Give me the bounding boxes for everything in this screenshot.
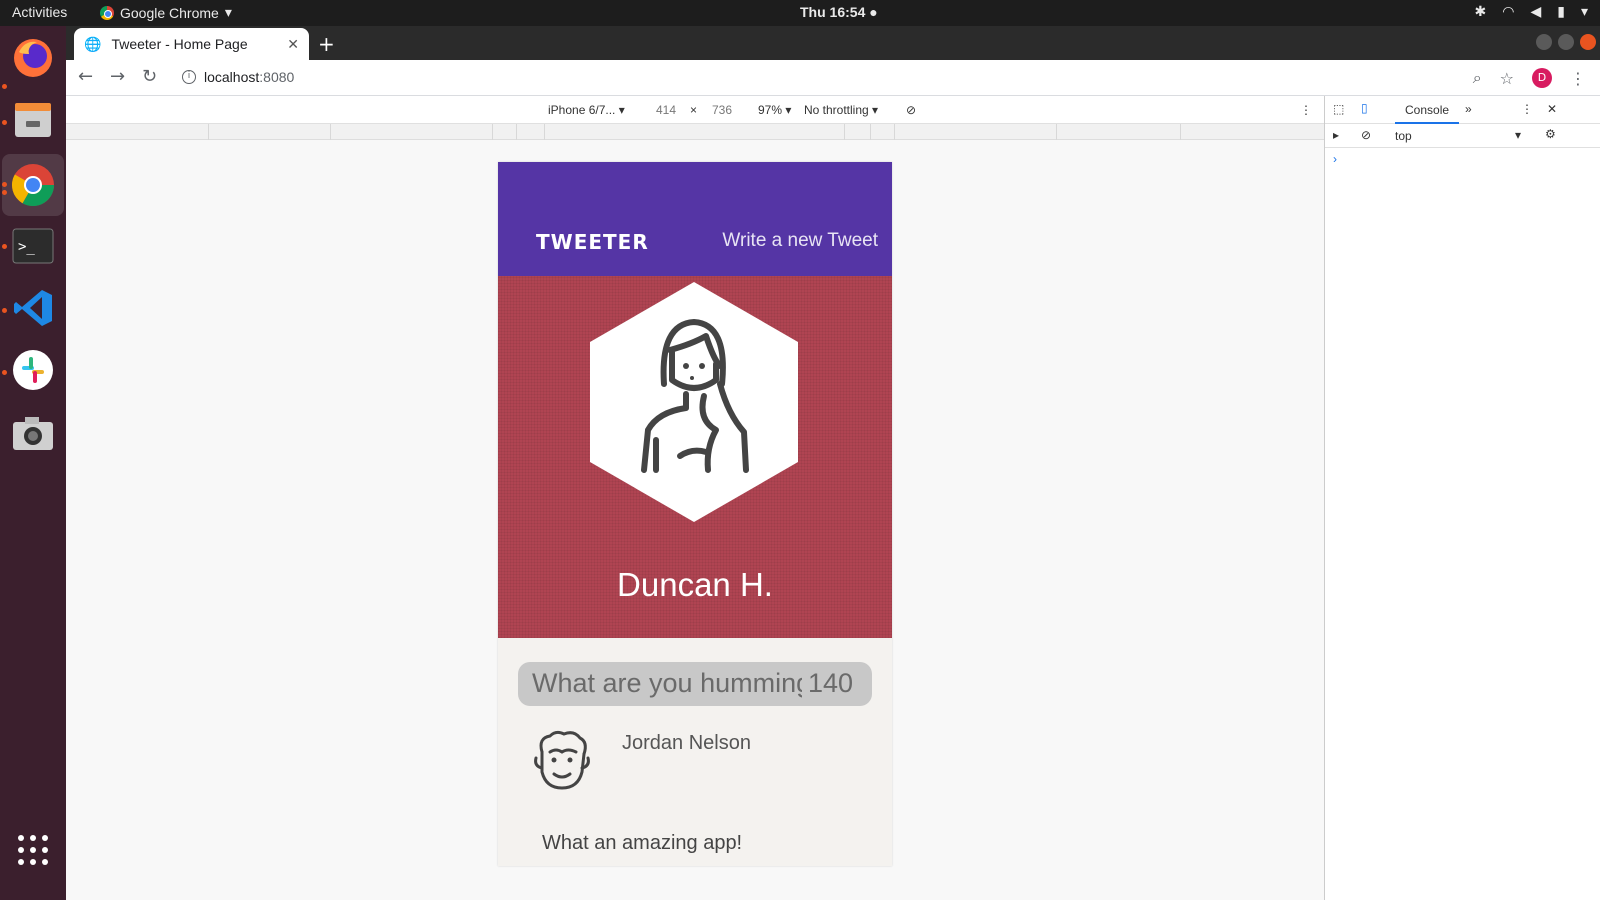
chrome-dock-icon[interactable]: [2, 154, 64, 216]
show-apps-icon[interactable]: [9, 826, 57, 874]
battery-icon: ▮: [1557, 3, 1565, 19]
slack-icon[interactable]: [9, 346, 57, 394]
reload-icon[interactable]: ↻: [142, 66, 157, 87]
device-toolbar: iPhone 6/7... ▾ 414 × 736 97% ▾ No throt…: [66, 96, 1324, 124]
tweet-compose-box: 140: [518, 662, 872, 706]
brand-logo[interactable]: TWEETER: [536, 230, 649, 254]
forward-icon[interactable]: →: [110, 66, 125, 87]
slack-tray-icon[interactable]: ✱: [1475, 3, 1487, 20]
close-window-button[interactable]: [1580, 34, 1596, 50]
dock: >_: [0, 26, 66, 900]
rotate-icon[interactable]: ⊘: [906, 103, 916, 117]
activities-button[interactable]: Activities: [12, 4, 67, 20]
clear-console-icon[interactable]: ⊘: [1361, 128, 1371, 142]
char-counter: 140: [808, 668, 854, 698]
chrome-icon: [100, 5, 114, 20]
console-toolbar: ▸ ⊘ top ▾ ⚙: [1325, 124, 1600, 148]
maximize-button[interactable]: [1558, 34, 1574, 50]
write-tweet-link[interactable]: Write a new Tweet: [722, 230, 878, 252]
volume-icon: ◀: [1530, 3, 1542, 19]
tweet-card: Jordan Nelson What an amazing app!: [498, 722, 892, 866]
viewport-height[interactable]: 736: [712, 103, 732, 117]
context-select[interactable]: top: [1395, 129, 1412, 143]
new-tab-button[interactable]: +: [318, 32, 335, 56]
chevron-down-icon[interactable]: ▾: [1515, 128, 1521, 142]
tweet-author-name: Jordan Nelson: [622, 732, 751, 754]
media-query-ruler[interactable]: [66, 124, 1324, 140]
console-prompt[interactable]: ›: [1333, 152, 1337, 166]
info-icon[interactable]: i: [182, 70, 196, 84]
url-port: :8080: [259, 69, 295, 85]
viewport-width[interactable]: 414: [656, 103, 676, 117]
devtools-tabbar: ⬚ ▯ Console » ⋮ ✕: [1325, 96, 1600, 124]
tweet-text: What an amazing app!: [542, 832, 743, 854]
tab-strip: 🌐 Tweeter - Home Page ✕ +: [66, 26, 1600, 60]
console-settings-icon[interactable]: ⚙: [1545, 127, 1556, 141]
toolbar: ← → ↻ i localhost:8080 ⌕ ☆ D ⋮: [66, 60, 1600, 96]
sidebar-toggle-icon[interactable]: ▸: [1333, 128, 1339, 142]
close-tab-icon[interactable]: ✕: [287, 36, 299, 53]
zoom-select[interactable]: 97% ▾: [758, 103, 791, 117]
svg-text:>_: >_: [18, 239, 35, 255]
toolbar-actions: ⌕ ☆ D ⋮: [1473, 68, 1586, 88]
window-controls: [1536, 34, 1596, 50]
bookmark-star-icon[interactable]: ☆: [1500, 69, 1514, 88]
terminal-icon[interactable]: >_: [9, 222, 57, 270]
device-mode-icon[interactable]: ▯: [1361, 101, 1368, 115]
tweet-input[interactable]: [532, 668, 802, 699]
tab-title: Tweeter - Home Page: [111, 36, 248, 52]
zoom-icon[interactable]: ⌕: [1473, 68, 1482, 88]
throttling-select[interactable]: No throttling ▾: [804, 103, 878, 117]
back-icon[interactable]: ←: [78, 66, 93, 87]
url-host: localhost: [204, 69, 260, 85]
tweet-author-avatar: [534, 730, 590, 790]
profile-avatar-hexagon: [590, 282, 798, 522]
tab-console[interactable]: Console: [1395, 96, 1460, 124]
profile-avatar[interactable]: D: [1532, 68, 1552, 88]
browser-window: 🌐 Tweeter - Home Page ✕ + ← → ↻ i localh…: [66, 26, 1600, 900]
system-tray[interactable]: ✱ ◠ ◀ ▮ ▾: [1475, 3, 1588, 20]
wifi-icon: ◠: [1502, 3, 1515, 19]
more-tabs-icon[interactable]: »: [1465, 102, 1472, 116]
mobile-viewport: TWEETER Write a new Tweet Duncan H. What…: [498, 162, 892, 866]
system-top-bar: Activities Google Chrome ▾ Thu 16:54 ● ✱…: [0, 0, 1600, 26]
chevron-down-icon: ▾: [1580, 3, 1588, 19]
profile-name: Duncan H.: [617, 566, 773, 603]
address-bar[interactable]: localhost:8080: [204, 69, 294, 85]
dimension-separator: ×: [690, 103, 698, 117]
chevron-down-icon: ▾: [224, 4, 232, 20]
browser-tab[interactable]: 🌐 Tweeter - Home Page ✕: [74, 28, 309, 60]
clock[interactable]: Thu 16:54 ●: [800, 4, 878, 20]
close-devtools-icon[interactable]: ✕: [1547, 102, 1557, 116]
globe-icon: 🌐: [84, 35, 102, 52]
firefox-icon[interactable]: [9, 34, 57, 82]
vscode-icon[interactable]: [9, 284, 57, 332]
device-toolbar-menu-icon[interactable]: ⋮: [1300, 103, 1312, 117]
profile-header: Duncan H.: [498, 276, 892, 638]
minimize-button[interactable]: [1536, 34, 1552, 50]
menu-kebab-icon[interactable]: ⋮: [1570, 69, 1586, 88]
page-viewport: iPhone 6/7... ▾ 414 × 736 97% ▾ No throt…: [66, 96, 1324, 900]
devtools-panel: ⬚ ▯ Console » ⋮ ✕ ▸ ⊘ top ▾ ⚙ ›: [1324, 96, 1600, 900]
app-menu-label: Google Chrome: [120, 4, 219, 21]
device-select[interactable]: iPhone 6/7... ▾: [548, 103, 625, 117]
inspect-element-icon[interactable]: ⬚: [1333, 102, 1344, 116]
devtools-menu-icon[interactable]: ⋮: [1521, 102, 1533, 116]
app-nav-bar: TWEETER Write a new Tweet: [498, 162, 892, 276]
app-menu[interactable]: Google Chrome ▾: [100, 4, 232, 21]
files-icon[interactable]: [9, 96, 57, 144]
camera-icon[interactable]: [9, 410, 57, 458]
